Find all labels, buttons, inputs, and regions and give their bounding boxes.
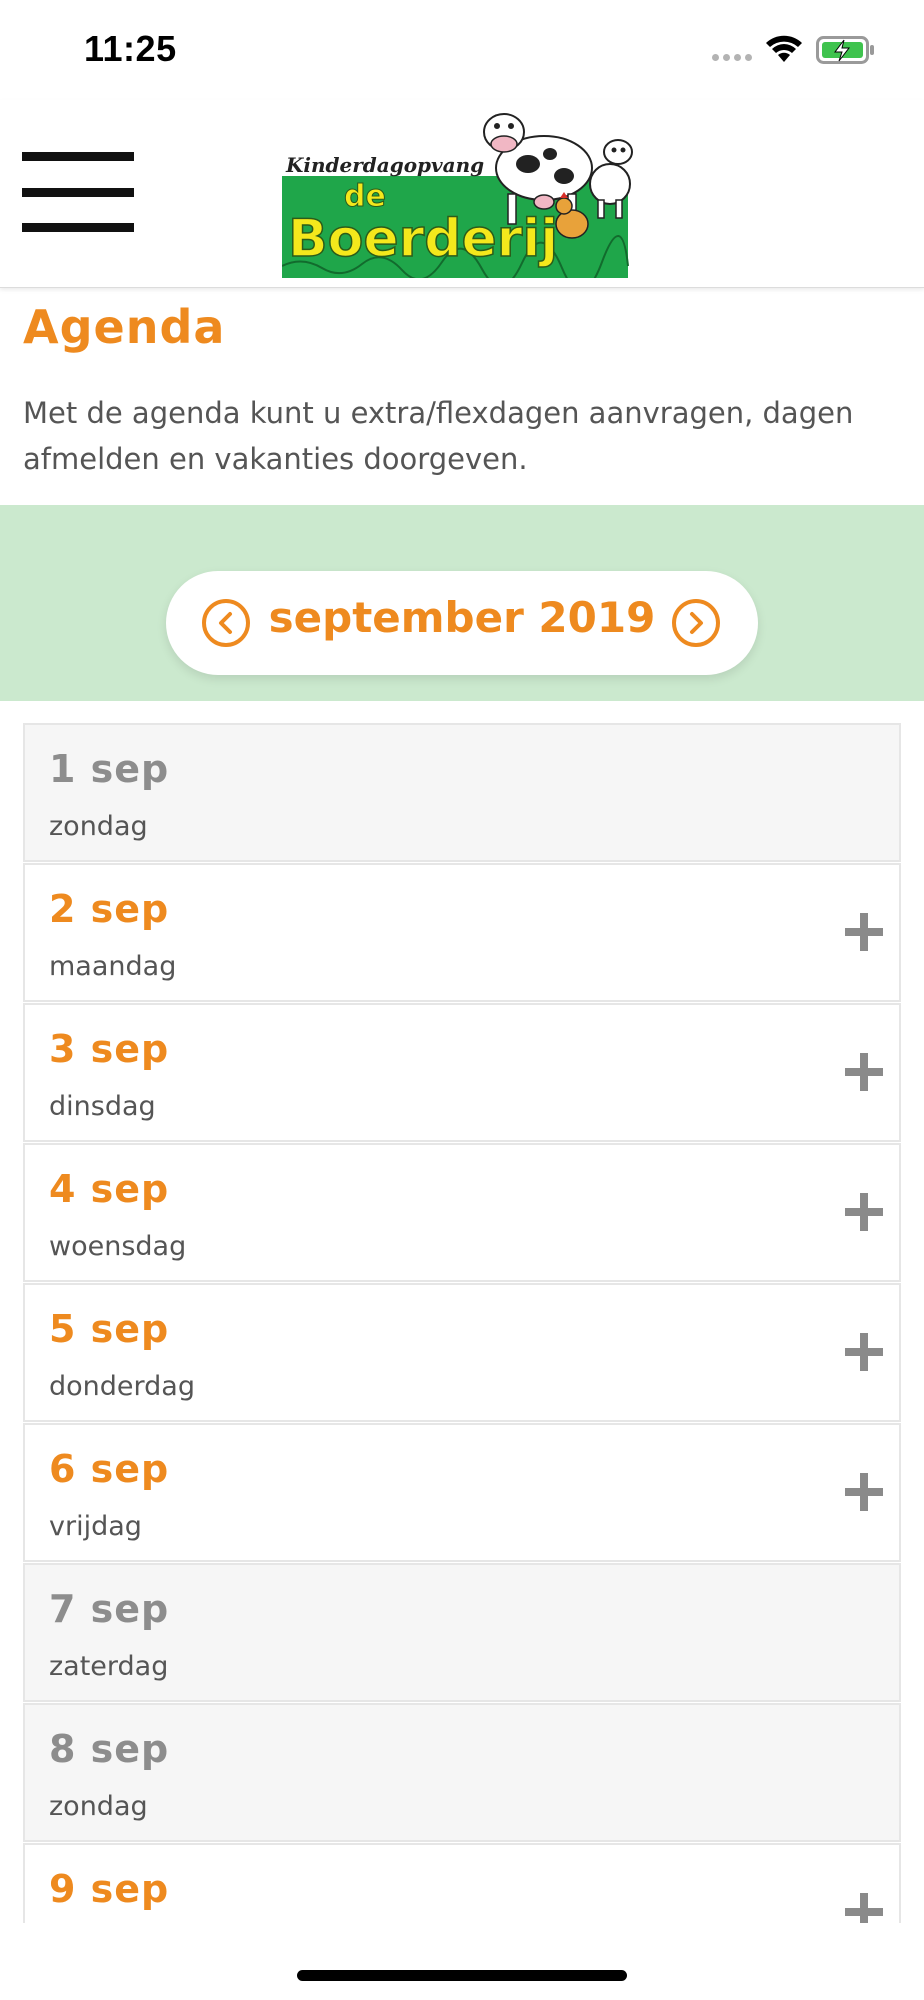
day-date: 6 sep (49, 1447, 170, 1491)
day-weekday: zondag (49, 811, 148, 842)
day-date: 5 sep (49, 1307, 170, 1351)
day-list: 1 sep zondag 2 sep maandag 3 sep dinsdag… (23, 723, 901, 1923)
day-row[interactable]: 5 sep donderdag (23, 1283, 901, 1422)
plus-icon[interactable] (845, 1473, 883, 1511)
day-weekday: zondag (49, 1791, 148, 1822)
previous-month-button[interactable] (202, 599, 250, 647)
day-row[interactable]: 1 sep zondag (23, 723, 901, 862)
page-intro: Met de agenda kunt u extra/flexdagen aan… (23, 396, 854, 476)
cellular-signal-icon (712, 54, 752, 61)
day-weekday: woensdag (49, 1231, 187, 1262)
page-title: Agenda (23, 300, 226, 354)
day-weekday: vrijdag (49, 1511, 142, 1542)
day-date: 2 sep (49, 887, 170, 931)
day-row[interactable]: 7 sep zaterdag (23, 1563, 901, 1702)
plus-icon[interactable] (845, 1053, 883, 1091)
next-month-button[interactable] (672, 599, 720, 647)
hamburger-menu-icon[interactable] (22, 150, 134, 234)
month-navigator: september 2019 (166, 571, 758, 675)
svg-text:Kinderdagopvang: Kinderdagopvang (285, 153, 484, 177)
status-bar: 11:25 (0, 0, 924, 100)
day-date: 1 sep (49, 747, 170, 791)
day-row[interactable]: 8 sep zondag (23, 1703, 901, 1842)
battery-icon (816, 36, 874, 64)
day-row[interactable]: 3 sep dinsdag (23, 1003, 901, 1142)
month-navigator-band: september 2019 (0, 505, 924, 701)
day-weekday: dinsdag (49, 1091, 156, 1122)
plus-icon[interactable] (845, 1333, 883, 1371)
app-header: Kinderdagopvang de Boerderij (0, 100, 924, 288)
chevron-right-icon (690, 612, 703, 634)
day-row[interactable]: 6 sep vrijdag (23, 1423, 901, 1562)
day-date: 9 sep (49, 1867, 170, 1911)
plus-icon[interactable] (845, 1893, 883, 1923)
chevron-left-icon (219, 612, 232, 634)
day-row[interactable]: 4 sep woensdag (23, 1143, 901, 1282)
day-date: 7 sep (49, 1587, 170, 1631)
status-time: 11:25 (84, 28, 177, 69)
day-date: 3 sep (49, 1027, 170, 1071)
day-date: 4 sep (49, 1167, 170, 1211)
day-weekday: zaterdag (49, 1651, 169, 1682)
day-date: 8 sep (49, 1727, 170, 1771)
plus-icon[interactable] (845, 1193, 883, 1231)
agenda-screen: 11:25 Kinderdagopvang de Boerderij Agend… (0, 0, 924, 2000)
day-weekday: maandag (49, 951, 177, 982)
month-label: september 2019 (268, 593, 656, 642)
wifi-icon (766, 35, 802, 62)
home-indicator[interactable] (297, 1970, 627, 1981)
svg-text:Boerderij: Boerderij (288, 209, 558, 269)
day-weekday: donderdag (49, 1371, 195, 1402)
day-row[interactable]: 9 sep (23, 1843, 901, 1923)
logo: Kinderdagopvang de Boerderij (282, 113, 633, 278)
day-row[interactable]: 2 sep maandag (23, 863, 901, 1002)
plus-icon[interactable] (845, 913, 883, 951)
